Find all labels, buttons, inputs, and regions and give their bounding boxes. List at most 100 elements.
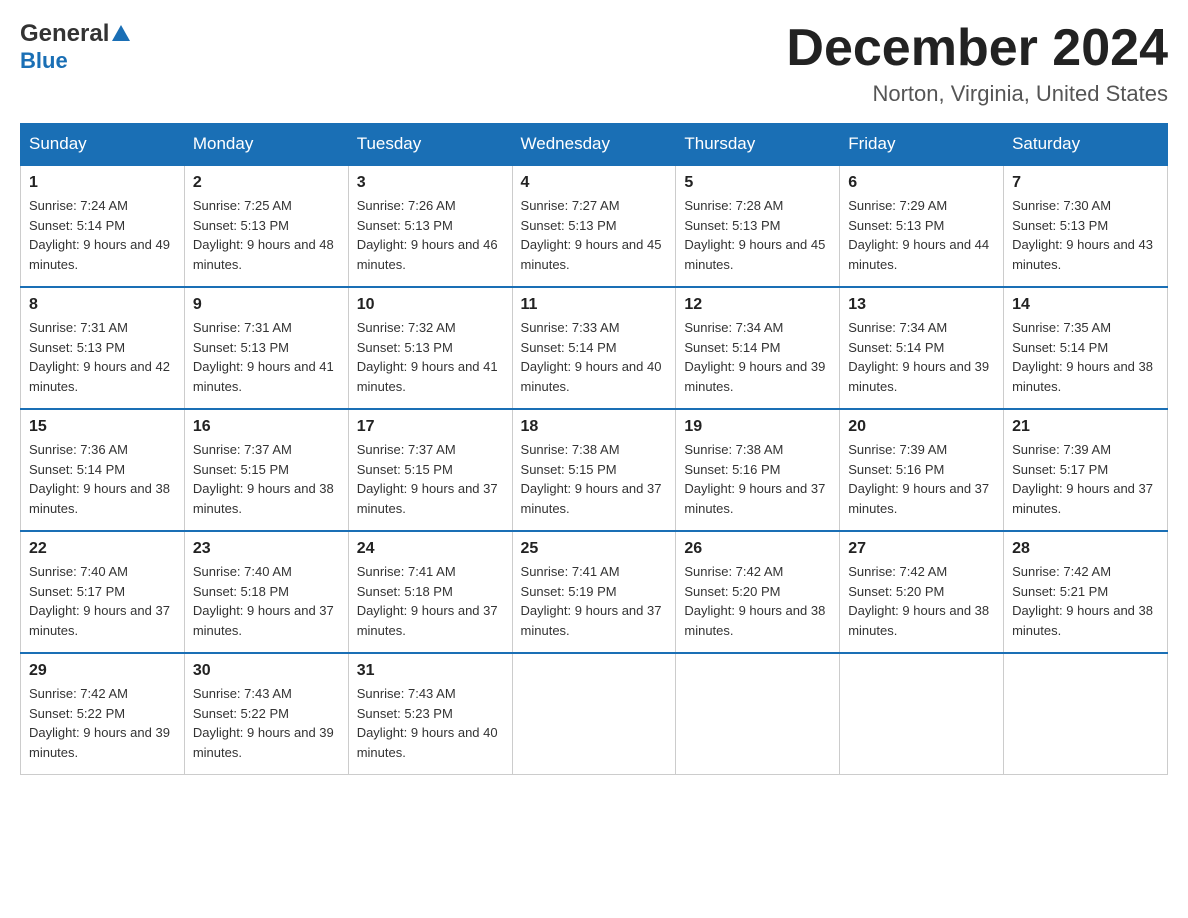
day-number: 23 — [193, 540, 340, 558]
calendar-table: SundayMondayTuesdayWednesdayThursdayFrid… — [20, 123, 1168, 775]
daylight-label: Daylight: 9 hours and 42 minutes. — [29, 359, 170, 394]
daylight-label: Daylight: 9 hours and 40 minutes. — [357, 725, 498, 760]
sunset-label: Sunset: 5:16 PM — [684, 462, 780, 477]
page-header: General Blue December 2024 Norton, Virgi… — [20, 20, 1168, 107]
empty-cell — [1004, 653, 1168, 775]
weekday-header-friday: Friday — [840, 124, 1004, 166]
day-number: 17 — [357, 418, 504, 436]
day-info: Sunrise: 7:30 AM Sunset: 5:13 PM Dayligh… — [1012, 196, 1159, 274]
day-info: Sunrise: 7:39 AM Sunset: 5:17 PM Dayligh… — [1012, 440, 1159, 518]
day-number: 2 — [193, 174, 340, 192]
sunrise-label: Sunrise: 7:43 AM — [357, 686, 456, 701]
day-info: Sunrise: 7:40 AM Sunset: 5:17 PM Dayligh… — [29, 562, 176, 640]
weekday-header-monday: Monday — [184, 124, 348, 166]
weekday-header-sunday: Sunday — [21, 124, 185, 166]
daylight-label: Daylight: 9 hours and 49 minutes. — [29, 237, 170, 272]
daylight-label: Daylight: 9 hours and 40 minutes. — [521, 359, 662, 394]
day-cell-3: 3 Sunrise: 7:26 AM Sunset: 5:13 PM Dayli… — [348, 165, 512, 287]
sunset-label: Sunset: 5:14 PM — [848, 340, 944, 355]
day-cell-12: 12 Sunrise: 7:34 AM Sunset: 5:14 PM Dayl… — [676, 287, 840, 409]
day-cell-22: 22 Sunrise: 7:40 AM Sunset: 5:17 PM Dayl… — [21, 531, 185, 653]
day-cell-26: 26 Sunrise: 7:42 AM Sunset: 5:20 PM Dayl… — [676, 531, 840, 653]
day-info: Sunrise: 7:24 AM Sunset: 5:14 PM Dayligh… — [29, 196, 176, 274]
sunset-label: Sunset: 5:19 PM — [521, 584, 617, 599]
day-cell-8: 8 Sunrise: 7:31 AM Sunset: 5:13 PM Dayli… — [21, 287, 185, 409]
day-number: 15 — [29, 418, 176, 436]
daylight-label: Daylight: 9 hours and 37 minutes. — [684, 481, 825, 516]
title-block: December 2024 Norton, Virginia, United S… — [786, 20, 1168, 107]
sunrise-label: Sunrise: 7:31 AM — [29, 320, 128, 335]
day-info: Sunrise: 7:42 AM Sunset: 5:21 PM Dayligh… — [1012, 562, 1159, 640]
daylight-label: Daylight: 9 hours and 37 minutes. — [848, 481, 989, 516]
sunrise-label: Sunrise: 7:39 AM — [848, 442, 947, 457]
sunset-label: Sunset: 5:20 PM — [848, 584, 944, 599]
sunset-label: Sunset: 5:13 PM — [193, 218, 289, 233]
day-cell-29: 29 Sunrise: 7:42 AM Sunset: 5:22 PM Dayl… — [21, 653, 185, 775]
day-cell-23: 23 Sunrise: 7:40 AM Sunset: 5:18 PM Dayl… — [184, 531, 348, 653]
sunset-label: Sunset: 5:14 PM — [1012, 340, 1108, 355]
sunset-label: Sunset: 5:14 PM — [684, 340, 780, 355]
daylight-label: Daylight: 9 hours and 45 minutes. — [521, 237, 662, 272]
sunset-label: Sunset: 5:14 PM — [29, 218, 125, 233]
day-number: 26 — [684, 540, 831, 558]
day-cell-6: 6 Sunrise: 7:29 AM Sunset: 5:13 PM Dayli… — [840, 165, 1004, 287]
day-cell-18: 18 Sunrise: 7:38 AM Sunset: 5:15 PM Dayl… — [512, 409, 676, 531]
day-cell-24: 24 Sunrise: 7:41 AM Sunset: 5:18 PM Dayl… — [348, 531, 512, 653]
day-number: 1 — [29, 174, 176, 192]
day-info: Sunrise: 7:40 AM Sunset: 5:18 PM Dayligh… — [193, 562, 340, 640]
sunset-label: Sunset: 5:22 PM — [193, 706, 289, 721]
day-info: Sunrise: 7:37 AM Sunset: 5:15 PM Dayligh… — [357, 440, 504, 518]
daylight-label: Daylight: 9 hours and 44 minutes. — [848, 237, 989, 272]
day-info: Sunrise: 7:26 AM Sunset: 5:13 PM Dayligh… — [357, 196, 504, 274]
sunrise-label: Sunrise: 7:27 AM — [521, 198, 620, 213]
sunrise-label: Sunrise: 7:42 AM — [684, 564, 783, 579]
day-cell-17: 17 Sunrise: 7:37 AM Sunset: 5:15 PM Dayl… — [348, 409, 512, 531]
sunrise-label: Sunrise: 7:29 AM — [848, 198, 947, 213]
empty-cell — [676, 653, 840, 775]
sunrise-label: Sunrise: 7:33 AM — [521, 320, 620, 335]
sunset-label: Sunset: 5:13 PM — [521, 218, 617, 233]
day-cell-2: 2 Sunrise: 7:25 AM Sunset: 5:13 PM Dayli… — [184, 165, 348, 287]
day-cell-5: 5 Sunrise: 7:28 AM Sunset: 5:13 PM Dayli… — [676, 165, 840, 287]
sunrise-label: Sunrise: 7:37 AM — [357, 442, 456, 457]
sunrise-label: Sunrise: 7:25 AM — [193, 198, 292, 213]
day-info: Sunrise: 7:31 AM Sunset: 5:13 PM Dayligh… — [29, 318, 176, 396]
day-number: 25 — [521, 540, 668, 558]
day-cell-25: 25 Sunrise: 7:41 AM Sunset: 5:19 PM Dayl… — [512, 531, 676, 653]
logo-triangle-icon — [110, 23, 132, 45]
sunset-label: Sunset: 5:13 PM — [1012, 218, 1108, 233]
day-info: Sunrise: 7:41 AM Sunset: 5:19 PM Dayligh… — [521, 562, 668, 640]
day-number: 27 — [848, 540, 995, 558]
daylight-label: Daylight: 9 hours and 37 minutes. — [521, 603, 662, 638]
day-cell-9: 9 Sunrise: 7:31 AM Sunset: 5:13 PM Dayli… — [184, 287, 348, 409]
day-info: Sunrise: 7:33 AM Sunset: 5:14 PM Dayligh… — [521, 318, 668, 396]
day-info: Sunrise: 7:38 AM Sunset: 5:16 PM Dayligh… — [684, 440, 831, 518]
sunrise-label: Sunrise: 7:42 AM — [29, 686, 128, 701]
sunrise-label: Sunrise: 7:26 AM — [357, 198, 456, 213]
day-cell-13: 13 Sunrise: 7:34 AM Sunset: 5:14 PM Dayl… — [840, 287, 1004, 409]
daylight-label: Daylight: 9 hours and 38 minutes. — [1012, 603, 1153, 638]
weekday-header-saturday: Saturday — [1004, 124, 1168, 166]
sunset-label: Sunset: 5:17 PM — [1012, 462, 1108, 477]
day-number: 31 — [357, 662, 504, 680]
day-cell-4: 4 Sunrise: 7:27 AM Sunset: 5:13 PM Dayli… — [512, 165, 676, 287]
sunrise-label: Sunrise: 7:41 AM — [521, 564, 620, 579]
daylight-label: Daylight: 9 hours and 39 minutes. — [193, 725, 334, 760]
sunrise-label: Sunrise: 7:38 AM — [684, 442, 783, 457]
day-cell-10: 10 Sunrise: 7:32 AM Sunset: 5:13 PM Dayl… — [348, 287, 512, 409]
week-row-5: 29 Sunrise: 7:42 AM Sunset: 5:22 PM Dayl… — [21, 653, 1168, 775]
weekday-header-wednesday: Wednesday — [512, 124, 676, 166]
location-title: Norton, Virginia, United States — [786, 81, 1168, 107]
day-info: Sunrise: 7:42 AM Sunset: 5:20 PM Dayligh… — [684, 562, 831, 640]
sunrise-label: Sunrise: 7:32 AM — [357, 320, 456, 335]
day-cell-31: 31 Sunrise: 7:43 AM Sunset: 5:23 PM Dayl… — [348, 653, 512, 775]
month-title: December 2024 — [786, 20, 1168, 77]
day-info: Sunrise: 7:41 AM Sunset: 5:18 PM Dayligh… — [357, 562, 504, 640]
day-number: 3 — [357, 174, 504, 192]
day-info: Sunrise: 7:39 AM Sunset: 5:16 PM Dayligh… — [848, 440, 995, 518]
day-cell-11: 11 Sunrise: 7:33 AM Sunset: 5:14 PM Dayl… — [512, 287, 676, 409]
daylight-label: Daylight: 9 hours and 37 minutes. — [193, 603, 334, 638]
sunrise-label: Sunrise: 7:40 AM — [29, 564, 128, 579]
daylight-label: Daylight: 9 hours and 37 minutes. — [1012, 481, 1153, 516]
sunrise-label: Sunrise: 7:43 AM — [193, 686, 292, 701]
